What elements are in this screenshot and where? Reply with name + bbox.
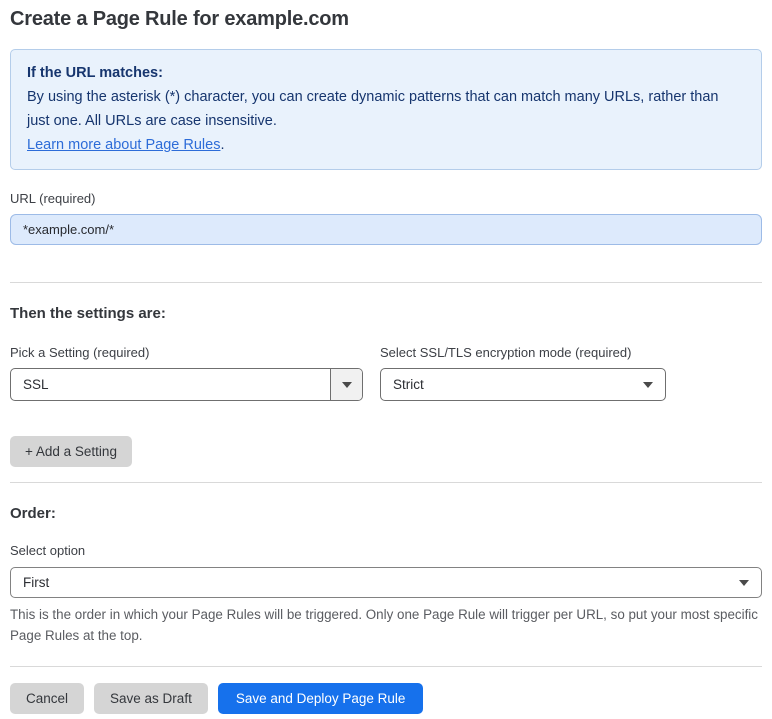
info-box-heading: If the URL matches: (27, 65, 163, 81)
setting-select-value: SSL (23, 377, 49, 392)
cancel-button[interactable]: Cancel (10, 683, 85, 714)
chevron-down-icon (643, 381, 653, 388)
form-actions: Cancel Save as Draft Save and Deploy Pag… (10, 683, 762, 714)
order-select[interactable]: First (10, 567, 762, 598)
order-section-heading: Order: (10, 505, 56, 522)
order-select-label: Select option (10, 543, 86, 558)
setting-picker-label: Pick a Setting (required) (10, 345, 150, 360)
setting-select[interactable]: SSL (10, 368, 363, 401)
setting-picker-column: Pick a Setting (required) SSL (10, 345, 363, 401)
chevron-down-icon (739, 579, 749, 586)
url-field-label: URL (required) (10, 191, 96, 206)
chevron-down-icon (341, 381, 352, 388)
ssl-mode-select-value: Strict (393, 377, 424, 392)
setting-select-arrow-button[interactable] (330, 369, 362, 400)
ssl-mode-select-arrow (643, 369, 665, 400)
order-help-text: This is the order in which your Page Rul… (10, 607, 758, 643)
ssl-mode-select[interactable]: Strict (380, 368, 666, 401)
page-title: Create a Page Rule for example.com (10, 8, 349, 30)
save-and-deploy-button[interactable]: Save and Deploy Page Rule (217, 683, 424, 714)
ssl-mode-label: Select SSL/TLS encryption mode (required… (380, 345, 632, 360)
learn-more-link[interactable]: Learn more about Page Rules (27, 137, 220, 153)
ssl-mode-column: Select SSL/TLS encryption mode (required… (380, 345, 666, 401)
settings-row: Pick a Setting (required) SSL Select SSL… (10, 345, 762, 401)
divider (10, 482, 762, 483)
add-setting-button[interactable]: + Add a Setting (10, 436, 132, 467)
page-rule-form: Create a Page Rule for example.com If th… (0, 8, 772, 714)
info-box-link-line: Learn more about Page Rules. (27, 133, 745, 157)
divider (10, 666, 762, 667)
settings-section-heading: Then the settings are: (10, 305, 166, 322)
divider (10, 282, 762, 283)
link-suffix: . (220, 137, 225, 153)
url-input[interactable] (10, 214, 762, 245)
info-box-body: By using the asterisk (*) character, you… (27, 89, 719, 129)
url-match-info-box: If the URL matches: By using the asteris… (10, 49, 762, 170)
order-select-value: First (23, 575, 50, 590)
save-as-draft-button[interactable]: Save as Draft (94, 683, 208, 714)
